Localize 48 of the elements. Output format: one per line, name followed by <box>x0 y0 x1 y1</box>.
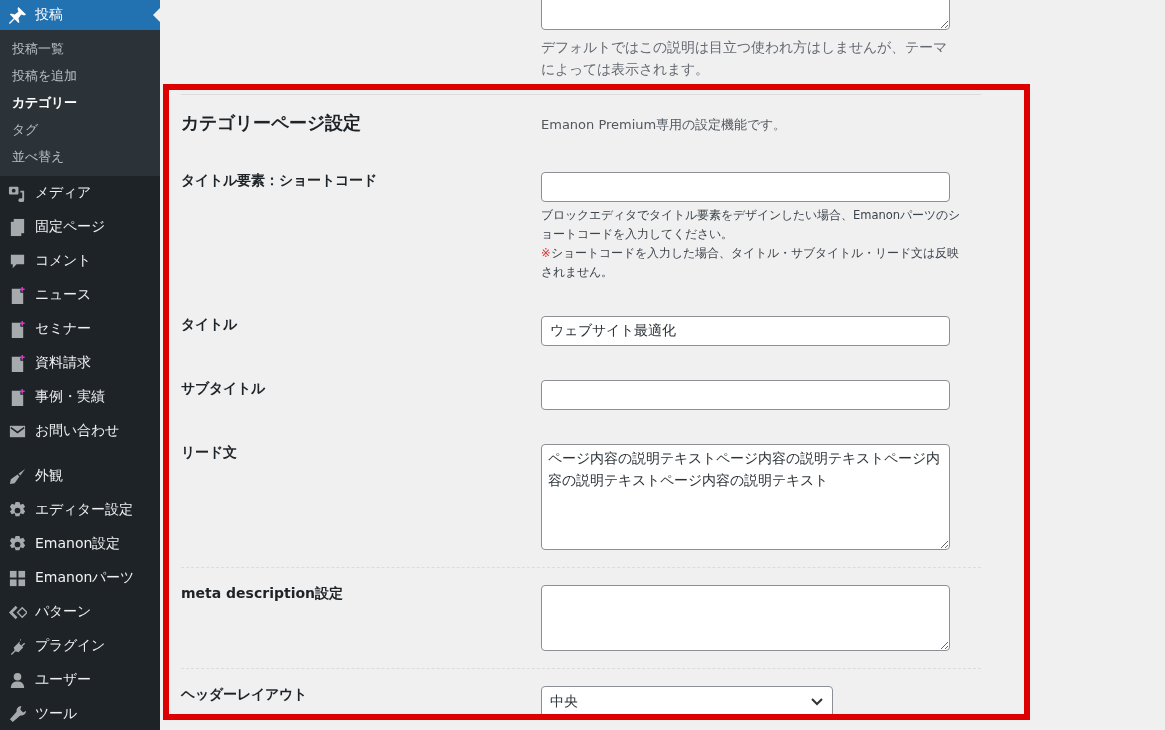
menu-item[interactable]: 固定ページ <box>0 210 160 244</box>
text-field[interactable]: ウェブサイト最適化 <box>541 316 950 346</box>
menu-item[interactable]: ユーザー <box>0 663 160 697</box>
submenu-item[interactable]: カテゴリー <box>0 89 160 116</box>
plug-icon <box>8 636 27 656</box>
description-field[interactable] <box>541 0 950 30</box>
field-label: タイトル要素：ショートコード <box>181 172 378 190</box>
submenu-item[interactable]: 投稿一覧 <box>0 35 160 62</box>
section-title: カテゴリーページ設定 <box>181 111 362 135</box>
menu-item[interactable]: 事例・実績 <box>0 380 160 414</box>
layout-dropdown[interactable]: 中央 <box>541 686 833 714</box>
user-icon <box>8 670 27 690</box>
text-area[interactable]: ページ内容の説明テキストページ内容の説明テキストページ内容の説明テキストページ内容の説明テキスト <box>541 444 950 550</box>
warning-text: ※ショートコードを入力した場合、タイトル・サブタイトル・リード文は反映されません。 <box>541 245 960 281</box>
pin-icon <box>8 5 27 25</box>
menu-item[interactable]: Emanon設定 <box>0 527 160 561</box>
field-label: meta description設定 <box>181 585 345 603</box>
field-label: ヘッダーレイアウト <box>181 686 308 704</box>
menu-item[interactable]: 資料請求 <box>0 346 160 380</box>
menu-item[interactable]: コメント <box>0 244 160 278</box>
submenu-item[interactable]: タグ <box>0 116 160 143</box>
brush-icon <box>8 466 27 486</box>
grid-icon <box>8 568 27 588</box>
menu-item[interactable]: ツール <box>0 697 160 730</box>
menu-item[interactable]: プラグイン <box>0 629 160 663</box>
description-help-text: デフォルトではこの説明は目立つ使われ方はしませんが、テーマによっては表示されます。 <box>541 38 948 79</box>
help-text: ブロックエディタでタイトル要素をデザインしたい場合、Emanonパーツのショートコードを入力してください。 <box>541 207 962 243</box>
field-label: リード文 <box>181 444 238 462</box>
submenu-item[interactable]: 並べ替え <box>0 143 160 170</box>
menu-item[interactable]: Emanonパーツ <box>0 561 160 595</box>
menu-item[interactable]: 外観 <box>0 459 160 493</box>
menu-item[interactable]: メディア <box>0 176 160 210</box>
wrench-icon <box>8 704 27 724</box>
submenu-item[interactable]: 投稿を追加 <box>0 62 160 89</box>
text-field[interactable] <box>541 380 950 410</box>
menu-item[interactable]: セミナー <box>0 312 160 346</box>
field-label: タイトル <box>181 316 238 334</box>
menu-item[interactable]: パターン <box>0 595 160 629</box>
pages-icon <box>8 217 27 237</box>
field-label: サブタイトル <box>181 380 266 398</box>
text-area[interactable] <box>541 585 950 651</box>
menu-item[interactable]: エディター設定 <box>0 493 160 527</box>
text-field[interactable] <box>541 172 950 202</box>
premium-note: Emanon Premium専用の設定機能です。 <box>541 116 788 134</box>
chevron-down-icon <box>810 697 824 707</box>
menu-item[interactable]: 投稿 <box>0 0 160 30</box>
menu-item[interactable]: ニュース <box>0 278 160 312</box>
menu-item[interactable]: お問い合わせ <box>0 414 160 448</box>
